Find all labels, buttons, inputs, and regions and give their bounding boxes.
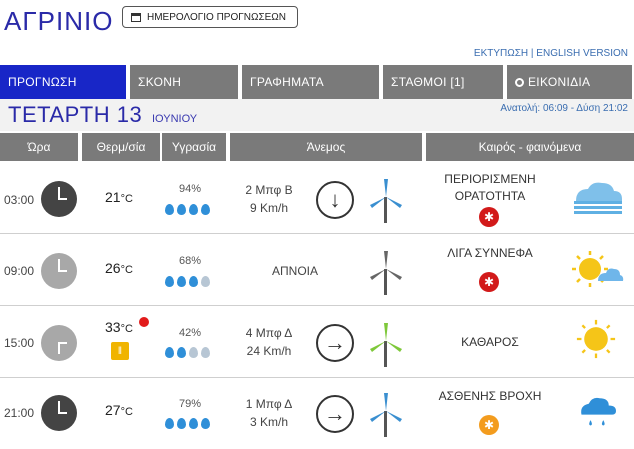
- clock-icon: [41, 395, 77, 431]
- row-time: 15:00: [4, 336, 35, 350]
- clock-icon: [41, 253, 77, 289]
- calendar-button-label: ΗΜΕΡΟΛΟΓΙΟ ΠΡΟΓΝΩΣΕΩΝ: [147, 11, 287, 23]
- wind-direction-arrow-icon: →: [316, 324, 354, 362]
- row-humidity: 68%: [178, 255, 202, 267]
- tab-forecast[interactable]: ΠΡΟΓΝΩΣΗ: [0, 65, 126, 99]
- tab-dust[interactable]: ΣΚΟΝΗ: [130, 65, 238, 99]
- warning-alert-icon[interactable]: ✱: [479, 415, 499, 435]
- row-humidity: 42%: [178, 327, 202, 339]
- wind-turbine-icon: [370, 251, 402, 295]
- row-wind: 2 Μπφ Β9 Km/h: [245, 183, 293, 215]
- row-wind: 1 Μπφ Δ3 Km/h: [245, 397, 293, 429]
- col-weather: Καιρός - φαινόμενα: [426, 133, 634, 161]
- table-header: Ώρα Θερμ/σία Υγρασία Άνεμος Καιρός - φαι…: [0, 133, 634, 161]
- row-humidity: 79%: [178, 398, 202, 410]
- row-humidity: 94%: [178, 183, 202, 195]
- col-wind: Άνεμος: [230, 133, 422, 161]
- row-temperature: 33°C: [105, 319, 133, 335]
- tab-charts[interactable]: ΓΡΑΦΗΜΑΤΑ: [242, 65, 379, 99]
- calendar-icon: [131, 12, 141, 22]
- humidity-drops-icon: [165, 418, 210, 429]
- top-links: ΕΚΤΥΠΩΣΗ | ENGLISH VERSION: [474, 48, 628, 59]
- heat-warning-dot-icon: [139, 317, 149, 327]
- day-header: ΤΕΤΑΡΤΗ 13 ΙΟΥΝΙΟΥ Ανατολή: 06:09 - Δύση…: [0, 99, 634, 131]
- wind-turbine-icon: [370, 323, 402, 367]
- tab-icons[interactable]: ΕΙΚΟΝΙΔΙΑ: [507, 65, 632, 99]
- table-row: 21:00 27°C 79% 1 Μπφ Δ3 Km/h → ΑΣΘΕΝΗΣ Β…: [0, 379, 634, 449]
- day-month: ΙΟΥΝΙΟΥ: [152, 113, 198, 125]
- table-row: 15:00 33°C ǁ 42% 4 Μπφ Δ 24 Km/h → ΚΑΘΑΡΟ…: [0, 307, 634, 378]
- link-separator: |: [530, 48, 534, 59]
- sun-cloud-icon: [572, 251, 624, 287]
- row-condition: ΑΣΘΕΝΗΣ ΒΡΟΧΗ: [438, 389, 542, 403]
- row-wind: ΑΠΝΟΙΑ: [271, 264, 318, 278]
- tab-stations[interactable]: ΣΤΑΘΜΟΙ [1]: [383, 65, 503, 99]
- fog-icon: [574, 182, 622, 214]
- humidity-drops-icon: [165, 276, 210, 287]
- day-title: ΤΕΤΑΡΤΗ 13: [8, 102, 143, 127]
- humidity-drops-icon: [165, 204, 210, 215]
- gear-icon: [515, 77, 524, 87]
- tab-bar: ΠΡΟΓΝΩΣΗ ΣΚΟΝΗ ΓΡΑΦΗΜΑΤΑ ΣΤΑΘΜΟΙ [1] ΕΙΚ…: [0, 65, 634, 99]
- wind-direction-arrow-icon: →: [316, 395, 354, 433]
- row-temperature: 27°C: [105, 402, 133, 418]
- row-condition: ΚΑΘΑΡΟΣ: [461, 335, 519, 349]
- row-time: 21:00: [4, 406, 35, 420]
- wind-turbine-icon: [370, 393, 402, 437]
- col-temperature: Θερμ/σία: [82, 133, 160, 161]
- row-temperature: 26°C: [105, 260, 133, 276]
- row-condition: ΛΙΓΑ ΣΥΝΝΕΦΑ: [447, 246, 533, 260]
- sun-icon: [576, 319, 616, 359]
- clock-icon: [41, 181, 77, 217]
- row-condition: ΠΕΡΙΟΡΙΣΜΕΝΗ ΟΡΑΤΟΤΗΤΑ: [444, 172, 536, 203]
- table-row: 03:00 21°C 94% 2 Μπφ Β9 Km/h ↓ ΠΕΡΙΟΡΙΣΜ…: [0, 163, 634, 234]
- english-version-link[interactable]: ENGLISH VERSION: [536, 48, 628, 59]
- row-wind: 4 Μπφ Δ 24 Km/h: [245, 326, 293, 358]
- wind-direction-arrow-icon: ↓: [316, 181, 354, 219]
- heat-badge-icon: ǁ: [111, 342, 129, 360]
- col-humidity: Υγρασία: [162, 133, 226, 161]
- humidity-drops-icon: [165, 347, 210, 358]
- row-time: 09:00: [4, 264, 35, 278]
- forecast-calendar-button[interactable]: ΗΜΕΡΟΛΟΓΙΟ ΠΡΟΓΝΩΣΕΩΝ: [122, 6, 298, 28]
- warning-alert-icon[interactable]: ✱: [479, 207, 499, 227]
- warning-alert-icon[interactable]: ✱: [479, 272, 499, 292]
- rain-cloud-icon: [581, 397, 616, 426]
- table-row: 09:00 26°C 68% ΑΠΝΟΙΑ ΛΙΓΑ ΣΥΝΝΕΦΑ ✱: [0, 235, 634, 306]
- city-title: ΑΓΡΙΝΙΟ: [4, 6, 114, 36]
- row-temperature: 21°C: [105, 189, 133, 205]
- row-time: 03:00: [4, 193, 35, 207]
- col-time: Ώρα: [0, 133, 78, 161]
- sunrise-sunset: Ανατολή: 06:09 - Δύση 21:02: [500, 103, 628, 114]
- print-link[interactable]: ΕΚΤΥΠΩΣΗ: [474, 48, 528, 59]
- clock-icon: [41, 325, 77, 361]
- wind-turbine-icon: [370, 179, 402, 223]
